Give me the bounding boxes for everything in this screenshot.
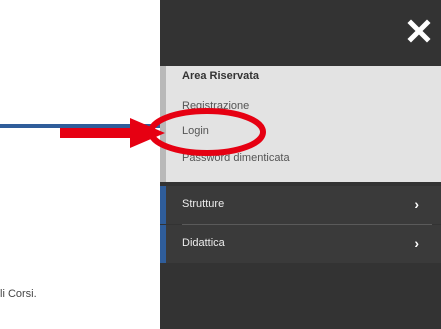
nav-item-didattica[interactable]: Didattica › — [160, 225, 441, 263]
close-button[interactable] — [406, 18, 432, 44]
nav-item-label: Strutture — [182, 198, 225, 210]
nav-accent — [160, 225, 166, 263]
panel-header — [160, 0, 441, 66]
area-riservata-title: Area Riservata — [182, 70, 260, 82]
nav-item-strutture[interactable]: Strutture › — [160, 186, 441, 224]
side-menu-panel: Area Riservata Registrazione Login Passw… — [160, 0, 441, 329]
chevron-right-icon: › — [414, 235, 419, 251]
nav-accent — [160, 186, 166, 224]
nav-item-label: Didattica — [182, 237, 225, 249]
close-icon — [407, 19, 431, 43]
annotation-circle — [148, 108, 266, 156]
chevron-right-icon: › — [414, 196, 419, 212]
background-text: li Corsi. — [0, 288, 37, 300]
